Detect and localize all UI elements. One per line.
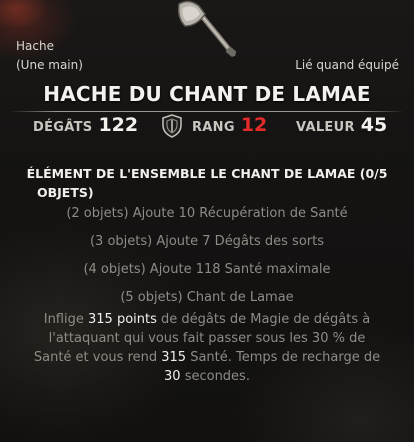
binding-text: Lié quand équipé: [295, 58, 399, 72]
item-type: Hache: [16, 39, 54, 53]
heal-amount: 315: [161, 350, 187, 365]
desc-text: secondes.: [180, 369, 250, 384]
set-bonus-2: (2 objets) Ajoute 10 Récupération de San…: [66, 206, 348, 221]
set-header-line1: ÉLÉMENT DE L'ENSEMBLE LE CHANT DE LAMAE …: [26, 166, 388, 181]
rank-value: 12: [240, 114, 268, 136]
damage-label: DÉGÂTS: [33, 120, 93, 135]
set-header: ÉLÉMENT DE L'ENSEMBLE LE CHANT DE LAMAE …: [0, 164, 414, 202]
desc-line-4: 30 secondes.: [0, 367, 414, 386]
cooldown-amount: 30: [164, 369, 181, 384]
desc-line-1: Inflige 315 points de dégâts de Magie de…: [0, 310, 414, 329]
desc-text: Santé et vous rend: [33, 350, 162, 365]
damage-stat: DÉGÂTS 122: [33, 114, 138, 136]
damage-amount: 315 points: [88, 312, 157, 327]
rank-label: RANG: [192, 120, 235, 135]
damage-value: 122: [98, 114, 139, 136]
rank-stat: RANG 12: [192, 114, 267, 136]
desc-text: Inflige: [43, 312, 88, 327]
item-type-block: Hache (Une main): [16, 37, 83, 75]
set-bonus-5: (5 objets) Chant de Lamae: [120, 290, 294, 305]
item-name: HACHE DU CHANT DE LAMAE: [43, 82, 371, 106]
set-bonus-4: (4 objets) Ajoute 118 Santé maximale: [83, 262, 331, 277]
desc-text: Santé. Temps de recharge de: [186, 350, 381, 365]
axe-icon: [177, 0, 237, 57]
item-hand: (Une main): [16, 58, 83, 72]
value-stat: VALEUR 45: [296, 114, 387, 136]
set-bonus-5-description: Inflige 315 points de dégâts de Magie de…: [0, 310, 414, 386]
set-bonus-3: (3 objets) Ajoute 7 Dégâts des sorts: [89, 234, 325, 249]
desc-line-3: Santé et vous rend 315 Santé. Temps de r…: [0, 348, 414, 367]
value-label: VALEUR: [296, 120, 355, 135]
background-art: [0, 0, 70, 40]
divider: [10, 111, 404, 112]
desc-line-2: l'attaquant qui vous fait passer sous le…: [48, 331, 366, 346]
stats-row: DÉGÂTS 122 RANG 12 VALEUR 45: [0, 114, 414, 140]
shield-icon: [162, 114, 182, 138]
item-tooltip: Hache (Une main) Lié quand équipé HACHE …: [0, 0, 414, 442]
desc-text: de dégâts de Magie de dégâts à: [156, 312, 371, 327]
set-header-line2: OBJETS): [37, 185, 94, 200]
value-value: 45: [360, 114, 388, 136]
